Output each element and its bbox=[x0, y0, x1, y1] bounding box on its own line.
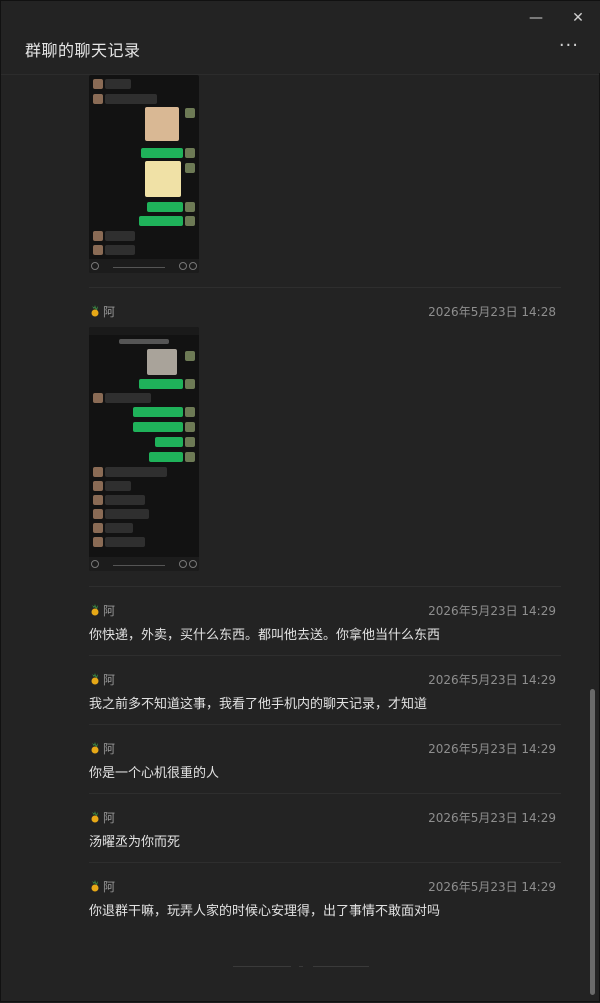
message-divider bbox=[89, 586, 561, 587]
message-timestamp: 2026年5月23日 14:29 bbox=[428, 742, 556, 756]
chat-bubble bbox=[147, 202, 183, 212]
sender-name: 阿 bbox=[89, 809, 115, 826]
emoji-icon bbox=[179, 262, 187, 270]
plus-icon bbox=[189, 560, 197, 568]
sender-name: 阿 bbox=[89, 303, 115, 320]
message-divider bbox=[89, 655, 561, 656]
message-timestamp: 2026年5月23日 14:29 bbox=[428, 604, 556, 618]
plus-icon bbox=[189, 262, 197, 270]
pineapple-icon bbox=[89, 811, 101, 823]
chat-bubble bbox=[105, 231, 135, 241]
sticker-image bbox=[147, 349, 177, 375]
emoji-icon bbox=[179, 560, 187, 568]
message-timestamp: 2026年5月23日 14:29 bbox=[428, 880, 556, 894]
input-line bbox=[113, 267, 165, 268]
avatar bbox=[185, 407, 195, 417]
pineapple-icon bbox=[89, 742, 101, 754]
chat-bubble bbox=[105, 509, 149, 519]
chat-bubble bbox=[149, 452, 183, 462]
voice-icon bbox=[91, 262, 99, 270]
pineapple-icon bbox=[89, 604, 101, 616]
message-text: 你是一个心机很重的人 bbox=[89, 766, 220, 781]
avatar bbox=[93, 94, 103, 104]
avatar bbox=[93, 467, 103, 477]
chat-header bbox=[119, 339, 169, 344]
message-text: 我之前多不知道这事，我看了他手机内的聊天记录，才知道 bbox=[89, 697, 428, 712]
message-timestamp: 2026年5月23日 14:29 bbox=[428, 673, 556, 687]
avatar bbox=[185, 148, 195, 158]
avatar bbox=[93, 523, 103, 533]
avatar bbox=[93, 245, 103, 255]
avatar bbox=[185, 452, 195, 462]
avatar bbox=[185, 422, 195, 432]
message-text: 汤曜丞为你而死 bbox=[89, 835, 181, 850]
message-divider bbox=[89, 793, 561, 794]
chat-bubble bbox=[105, 79, 131, 89]
chat-bubble bbox=[105, 393, 151, 403]
sender-name: 阿 bbox=[89, 740, 115, 757]
chat-bubble bbox=[105, 94, 157, 104]
chat-history-window: — ✕ 群聊的聊天记录 ··· 阿 2026年5月23日 14:28 阿 202… bbox=[0, 0, 600, 1002]
message-text: 你退群干嘛，玩弄人家的时候心安理得，出了事情不敢面对吗 bbox=[89, 904, 441, 919]
pineapple-icon bbox=[89, 305, 101, 317]
message-divider bbox=[89, 724, 561, 725]
chat-bubble bbox=[139, 216, 183, 226]
message-divider bbox=[89, 862, 561, 863]
sticker-image bbox=[145, 161, 181, 197]
scrollbar-thumb[interactable] bbox=[590, 689, 595, 995]
chat-bubble bbox=[133, 407, 183, 417]
phone-status-bar bbox=[89, 327, 199, 335]
message-timestamp: 2026年5月23日 14:29 bbox=[428, 811, 556, 825]
minimize-button[interactable]: — bbox=[525, 9, 547, 27]
image-message-screenshot[interactable] bbox=[89, 327, 199, 571]
chat-bubble bbox=[105, 495, 145, 505]
chat-bubble bbox=[105, 467, 167, 477]
avatar bbox=[185, 351, 195, 361]
avatar bbox=[185, 379, 195, 389]
chat-bubble bbox=[139, 379, 183, 389]
chat-bubble bbox=[105, 481, 131, 491]
message-list[interactable]: 阿 2026年5月23日 14:28 阿 2026年5月23日 14:29 你快… bbox=[1, 75, 600, 1003]
sender-name: 阿 bbox=[89, 878, 115, 895]
sender-name: 阿 bbox=[89, 671, 115, 688]
input-line bbox=[113, 565, 165, 566]
message-divider bbox=[89, 287, 561, 288]
avatar bbox=[93, 231, 103, 241]
more-options-icon[interactable]: ··· bbox=[559, 37, 579, 55]
pineapple-icon bbox=[89, 880, 101, 892]
image-message-screenshot[interactable] bbox=[89, 75, 199, 273]
close-button[interactable]: ✕ bbox=[567, 9, 589, 27]
avatar bbox=[93, 393, 103, 403]
message-timestamp: 2026年5月23日 14:28 bbox=[428, 305, 556, 319]
avatar bbox=[93, 495, 103, 505]
end-divider-right bbox=[313, 966, 369, 967]
window-title: 群聊的聊天记录 bbox=[25, 41, 141, 60]
chat-bubble bbox=[105, 245, 135, 255]
chat-bubble bbox=[105, 523, 133, 533]
chat-bubble bbox=[105, 537, 145, 547]
title-bar: — ✕ 群聊的聊天记录 ··· bbox=[1, 1, 600, 73]
sender-name: 阿 bbox=[89, 602, 115, 619]
avatar bbox=[185, 163, 195, 173]
pineapple-icon bbox=[89, 673, 101, 685]
chat-bubble bbox=[155, 437, 183, 447]
avatar bbox=[93, 509, 103, 519]
avatar bbox=[185, 216, 195, 226]
chat-bubble bbox=[133, 422, 183, 432]
voice-icon bbox=[91, 560, 99, 568]
avatar bbox=[93, 79, 103, 89]
chat-bubble bbox=[141, 148, 183, 158]
avatar bbox=[93, 481, 103, 491]
avatar bbox=[185, 437, 195, 447]
end-divider-dot bbox=[299, 966, 303, 967]
avatar bbox=[93, 537, 103, 547]
sticker-image bbox=[145, 107, 179, 141]
message-text: 你快递，外卖，买什么东西。都叫他去送。你拿他当什么东西 bbox=[89, 628, 441, 643]
end-divider-left bbox=[233, 966, 291, 967]
avatar bbox=[185, 108, 195, 118]
avatar bbox=[185, 202, 195, 212]
